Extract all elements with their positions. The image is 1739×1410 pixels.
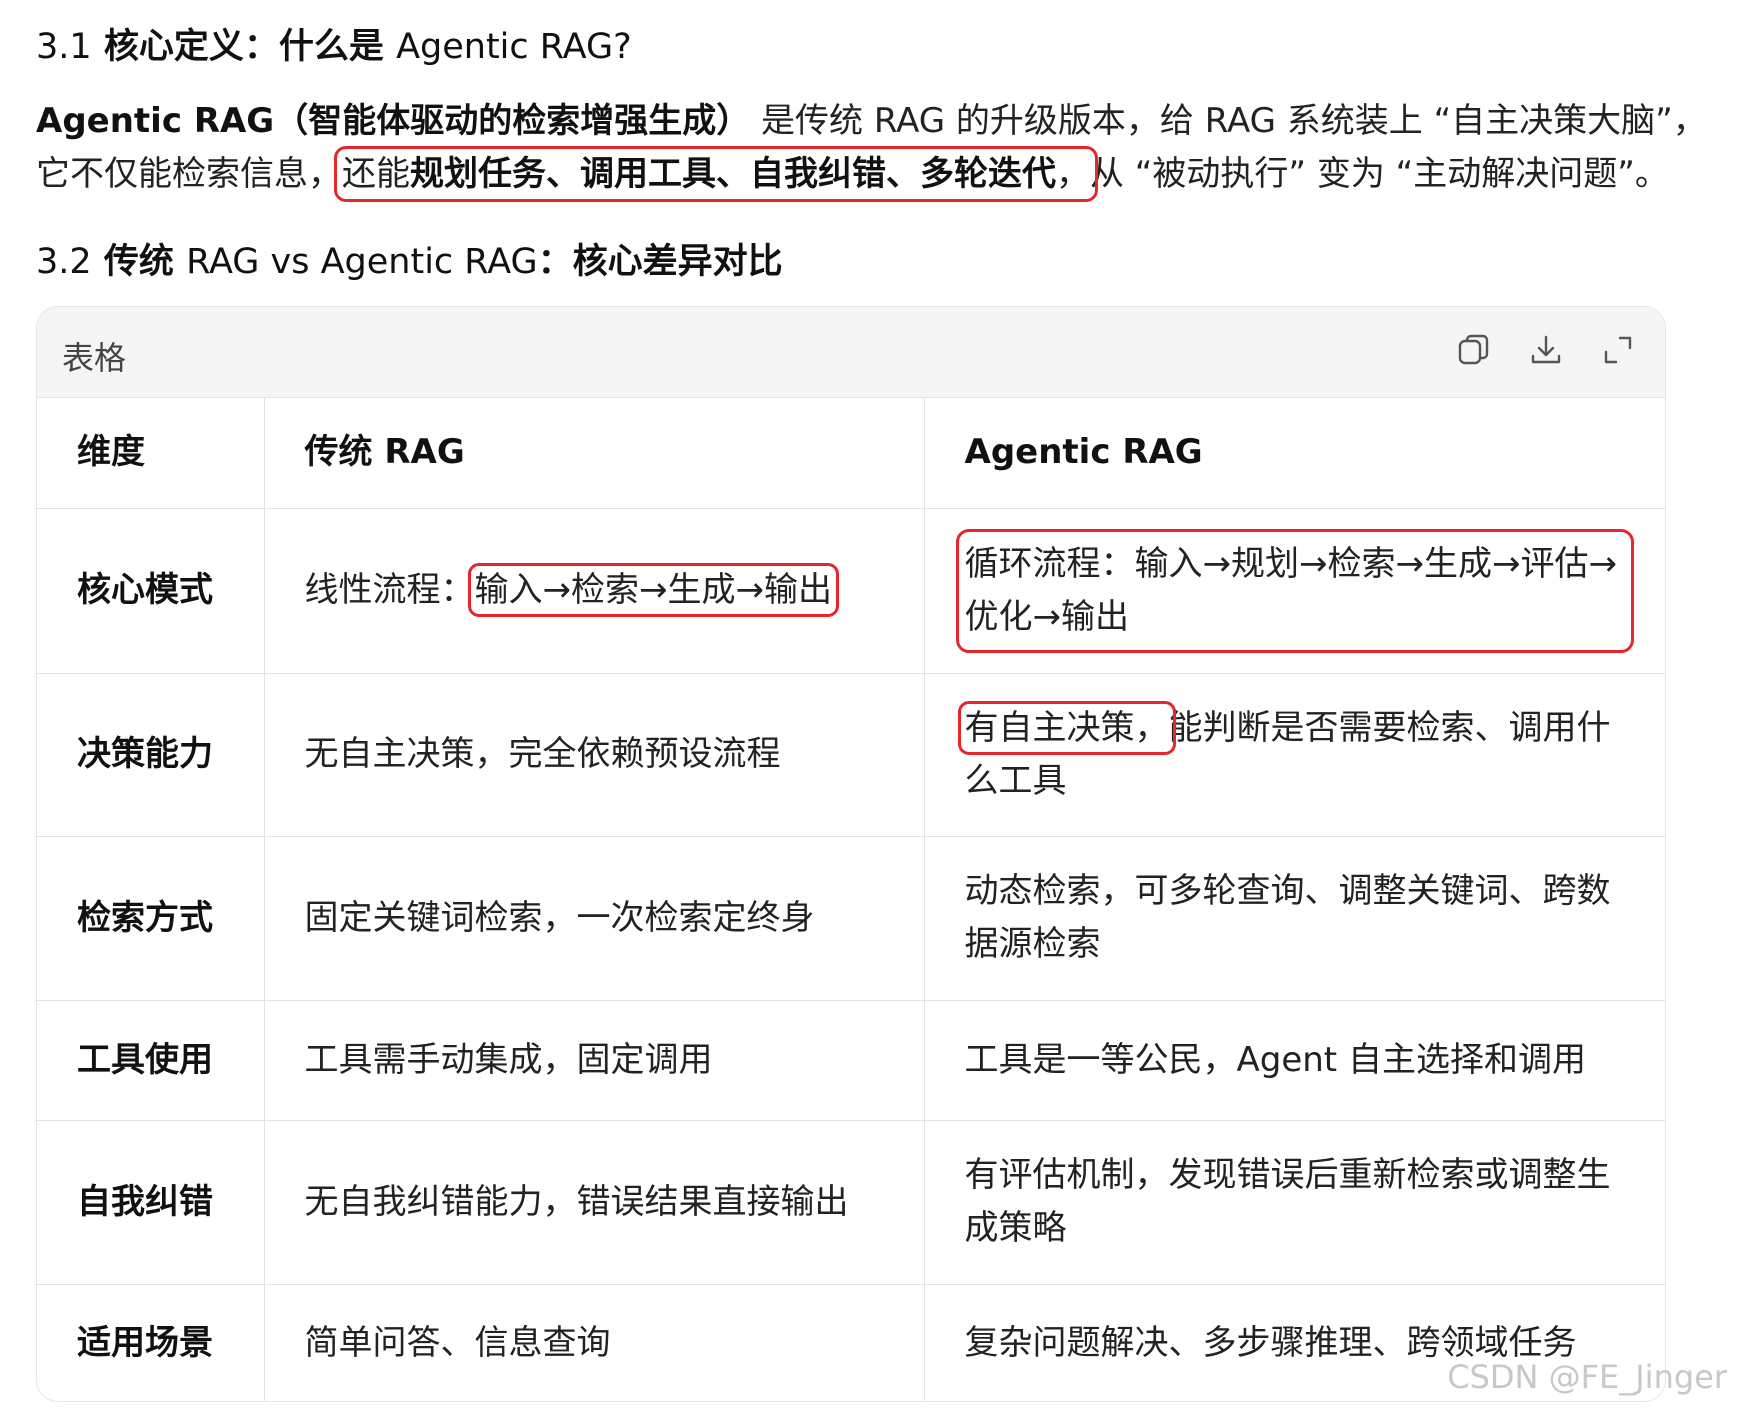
comparison-table: 维度 传统 RAG Agentic RAG 核心模式 线性流程：输入→检索→生成… <box>37 398 1665 1401</box>
section-title-en: Agentic RAG? <box>396 27 632 67</box>
paragraph-line-2: 它不仅能检索信息，还能规划任务、调用工具、自我纠错、多轮迭代，从 “被动执行” … <box>36 146 1739 202</box>
trad-prefix: 线性流程： <box>304 570 475 610</box>
section-title-en: RAG vs Agentic RAG <box>186 242 538 282</box>
row-traditional: 简单问答、信息查询 <box>264 1284 925 1401</box>
highlight-comma: ， <box>1056 154 1090 194</box>
section-number: 3.1 <box>36 27 92 67</box>
expand-icon[interactable] <box>1599 331 1637 369</box>
table-card: 表格 维度 传统 RAG Agentic RAG 核心模式 线性流程：输入→检索… <box>36 306 1666 1402</box>
highlight-plain: 还能 <box>342 154 410 194</box>
table-card-title: 表格 <box>62 339 127 377</box>
copy-icon[interactable] <box>1455 331 1493 369</box>
section-title-cn: 核心定义：什么是 <box>103 27 384 67</box>
highlight-box: 还能规划任务、调用工具、自我纠错、多轮迭代， <box>334 146 1098 202</box>
table-row: 决策能力 无自主决策，完全依赖预设流程 有自主决策，能判断是否需要检索、调用什么… <box>37 673 1665 837</box>
section-title-cn-1: 传统 <box>103 242 174 282</box>
row-traditional: 工具需手动集成，固定调用 <box>264 1000 925 1121</box>
download-icon[interactable] <box>1527 331 1565 369</box>
table-row: 自我纠错 无自我纠错能力，错误结果直接输出 有评估机制，发现错误后重新检索或调整… <box>37 1120 1665 1285</box>
table-toolbar <box>1455 331 1637 369</box>
highlight-box: 有自主决策， <box>957 700 1176 755</box>
table-row: 工具使用 工具需手动集成，固定调用 工具是一等公民，Agent 自主选择和调用 <box>37 1000 1665 1121</box>
row-traditional: 线性流程：输入→检索→生成→输出 <box>264 508 925 674</box>
row-traditional: 无自主决策，完全依赖预设流程 <box>264 673 925 837</box>
row-dimension: 核心模式 <box>37 508 265 674</box>
row-dimension: 适用场景 <box>37 1284 265 1401</box>
line1-text: 是传统 RAG 的升级版本，给 RAG 系统装上 “自主决策大脑”， <box>750 101 1707 141</box>
row-traditional: 固定关键词检索，一次检索定终身 <box>264 836 925 1001</box>
row-agentic: 工具是一等公民，Agent 自主选择和调用 <box>924 1000 1665 1121</box>
row-agentic: 循环流程：输入→规划→检索→生成→评估→优化→输出 <box>924 508 1665 674</box>
section-heading-3-2: 3.2 传统 RAG vs Agentic RAG：核心差异对比 <box>36 233 783 284</box>
row-traditional: 无自我纠错能力，错误结果直接输出 <box>264 1120 925 1285</box>
header-dimension: 维度 <box>37 398 265 509</box>
row-agentic: 有评估机制，发现错误后重新检索或调整生成策略 <box>924 1120 1665 1285</box>
highlight-bold: 规划任务、调用工具、自我纠错、多轮迭代 <box>410 154 1056 194</box>
article-page: 3.1 核心定义：什么是 Agentic RAG? Agentic RAG（智能… <box>0 0 1739 1410</box>
watermark: CSDN @FE_Jinger <box>1447 1358 1727 1396</box>
header-traditional-rag: 传统 RAG <box>264 398 925 509</box>
header-agentic-rag: Agentic RAG <box>924 398 1665 509</box>
section-heading-3-1: 3.1 核心定义：什么是 Agentic RAG? <box>36 18 632 69</box>
section-title-cn-2: ：核心差异对比 <box>537 242 783 282</box>
row-dimension: 决策能力 <box>37 673 265 837</box>
row-dimension: 检索方式 <box>37 836 265 1001</box>
definition-paragraph: Agentic RAG（智能体驱动的检索增强生成） 是传统 RAG 的升级版本，… <box>36 95 1739 202</box>
table-card-header: 表格 <box>37 307 1665 398</box>
highlight-box: 循环流程：输入→规划→检索→生成→评估→优化→输出 <box>955 528 1634 653</box>
row-dimension: 自我纠错 <box>37 1120 265 1285</box>
section-number: 3.2 <box>36 242 92 282</box>
row-dimension: 工具使用 <box>37 1000 265 1121</box>
row-agentic: 有自主决策，能判断是否需要检索、调用什么工具 <box>924 673 1665 837</box>
paragraph-line-1: Agentic RAG（智能体驱动的检索增强生成） 是传统 RAG 的升级版本，… <box>36 95 1739 148</box>
bold-term: Agentic RAG（智能体驱动的检索增强生成） <box>36 101 751 141</box>
row-agentic: 动态检索，可多轮查询、调整关键词、跨数据源检索 <box>924 836 1665 1001</box>
highlight-box: 输入→检索→生成→输出 <box>467 563 839 617</box>
table-row: 核心模式 线性流程：输入→检索→生成→输出 循环流程：输入→规划→检索→生成→评… <box>37 508 1665 674</box>
line2-end: 从 “被动执行” 变为 “主动解决问题”。 <box>1090 154 1669 194</box>
table-header-row: 维度 传统 RAG Agentic RAG <box>37 398 1665 509</box>
table-row: 检索方式 固定关键词检索，一次检索定终身 动态检索，可多轮查询、调整关键词、跨数… <box>37 836 1665 1001</box>
line2-start: 它不仅能检索信息， <box>36 154 342 194</box>
table-row: 适用场景 简单问答、信息查询 复杂问题解决、多步骤推理、跨领域任务 <box>37 1284 1665 1401</box>
